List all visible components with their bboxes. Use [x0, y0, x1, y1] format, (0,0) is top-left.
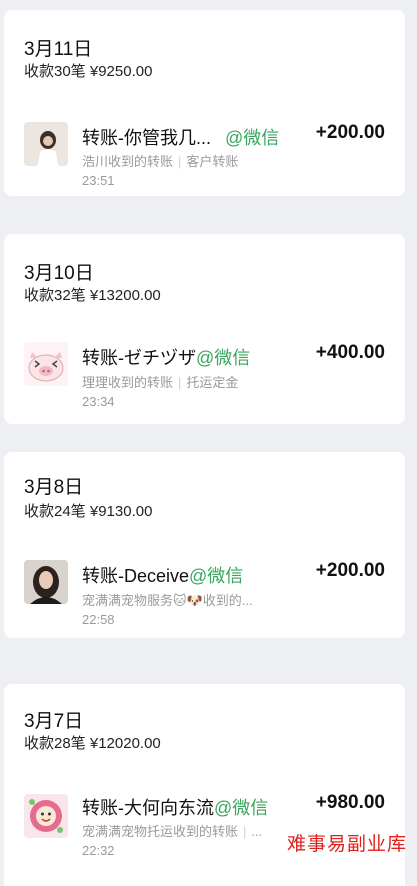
transaction-time: 22:32	[82, 843, 115, 858]
transaction-description: 浩川收到的转账 | 客户转账	[82, 154, 239, 169]
transaction-amount: +400.00	[315, 342, 385, 363]
wechat-source-label: @微信	[196, 348, 251, 368]
transaction-time: 23:51	[82, 173, 115, 188]
transaction-amount: +980.00	[315, 792, 385, 813]
woman-portrait-avatar	[24, 560, 68, 604]
cartoon-flower-avatar	[24, 794, 68, 838]
transaction-description: 理理收到的转账 | 托运定金	[82, 375, 239, 390]
day-date: 3月8日	[24, 477, 84, 498]
wechat-source-label: @微信	[225, 128, 280, 148]
day-summary: 收款32笔 ¥13200.00	[24, 287, 161, 304]
watermark-text: 难事易副业库	[286, 833, 407, 855]
transaction-description: 宠满满宠物托运收到的转账 |...	[82, 824, 263, 839]
transaction-title[interactable]: 转账-Deceive@微信	[82, 562, 243, 588]
day-summary: 收款24笔 ¥9130.00	[24, 503, 153, 520]
day-date: 3月7日	[24, 711, 84, 732]
transaction-amount: +200.00	[315, 560, 385, 581]
day-summary: 收款30笔 ¥9250.00	[24, 63, 153, 80]
day-card-mar10: 3月10日 收款32笔 ¥13200.00 转账-ゼチヅザ@微信 +400.00…	[4, 234, 405, 424]
day-card-mar11: 3月11日 收款30笔 ¥9250.00 转账-你管我几... @微信 +200.…	[4, 10, 405, 196]
wechat-source-label: @微信	[189, 566, 244, 586]
day-date: 3月11日	[24, 39, 93, 60]
transaction-description: 宠满满宠物服务🐱🐶收到的...	[82, 593, 253, 608]
transaction-title[interactable]: 转账-ゼチヅザ@微信	[82, 344, 250, 370]
transaction-title[interactable]: 转账-你管我几... @微信	[82, 124, 279, 150]
day-date: 3月10日	[24, 263, 94, 284]
transaction-amount: +200.00	[315, 122, 385, 143]
transaction-title[interactable]: 转账-大何向东流@微信	[82, 794, 268, 820]
cartoon-pig-avatar	[24, 342, 68, 386]
wechat-source-label: @微信	[214, 798, 269, 818]
day-card-mar8: 3月8日 收款24笔 ¥9130.00 转账-Deceive@微信 +200.0…	[4, 452, 405, 638]
transaction-time: 23:34	[82, 394, 115, 409]
transaction-time: 22:58	[82, 612, 115, 627]
day-summary: 收款28笔 ¥12020.00	[24, 735, 161, 752]
girl-photo-avatar	[24, 122, 68, 166]
